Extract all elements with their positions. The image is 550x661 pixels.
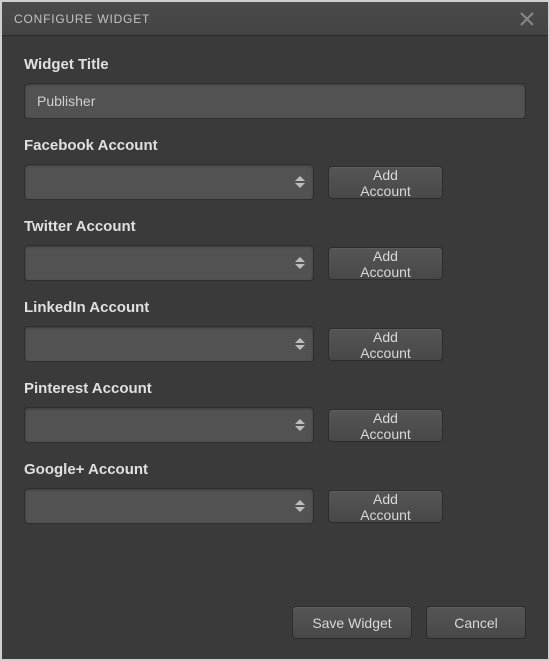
googleplus-account-label: Google+ Account	[24, 461, 526, 478]
stepper-icon	[293, 495, 307, 517]
linkedin-account-select[interactable]	[24, 326, 314, 362]
cancel-button[interactable]: Cancel	[426, 606, 526, 639]
pinterest-account-row: Add Account	[24, 407, 526, 443]
widget-title-input[interactable]	[24, 83, 526, 119]
googleplus-account-select[interactable]	[24, 488, 314, 524]
linkedin-account-row: Add Account	[24, 326, 526, 362]
configure-widget-dialog: CONFIGURE WIDGET Widget Title Facebook A…	[0, 0, 550, 661]
twitter-add-account-button[interactable]: Add Account	[328, 247, 443, 280]
dialog-content: Widget Title Facebook Account Add Accoun…	[2, 36, 548, 524]
close-icon[interactable]	[518, 10, 536, 28]
linkedin-account-label: LinkedIn Account	[24, 299, 526, 316]
dialog-title: CONFIGURE WIDGET	[14, 12, 518, 26]
dialog-titlebar: CONFIGURE WIDGET	[2, 2, 548, 36]
stepper-icon	[293, 252, 307, 274]
googleplus-account-row: Add Account	[24, 488, 526, 524]
twitter-account-row: Add Account	[24, 245, 526, 281]
facebook-account-label: Facebook Account	[24, 137, 526, 154]
pinterest-account-label: Pinterest Account	[24, 380, 526, 397]
twitter-account-select[interactable]	[24, 245, 314, 281]
pinterest-account-select[interactable]	[24, 407, 314, 443]
stepper-icon	[293, 171, 307, 193]
facebook-add-account-button[interactable]: Add Account	[328, 166, 443, 199]
widget-title-label: Widget Title	[24, 56, 526, 73]
stepper-icon	[293, 414, 307, 436]
facebook-account-select[interactable]	[24, 164, 314, 200]
dialog-footer: Save Widget Cancel	[2, 606, 548, 639]
pinterest-add-account-button[interactable]: Add Account	[328, 409, 443, 442]
stepper-icon	[293, 333, 307, 355]
facebook-account-row: Add Account	[24, 164, 526, 200]
twitter-account-label: Twitter Account	[24, 218, 526, 235]
save-widget-button[interactable]: Save Widget	[292, 606, 412, 639]
googleplus-add-account-button[interactable]: Add Account	[328, 490, 443, 523]
linkedin-add-account-button[interactable]: Add Account	[328, 328, 443, 361]
